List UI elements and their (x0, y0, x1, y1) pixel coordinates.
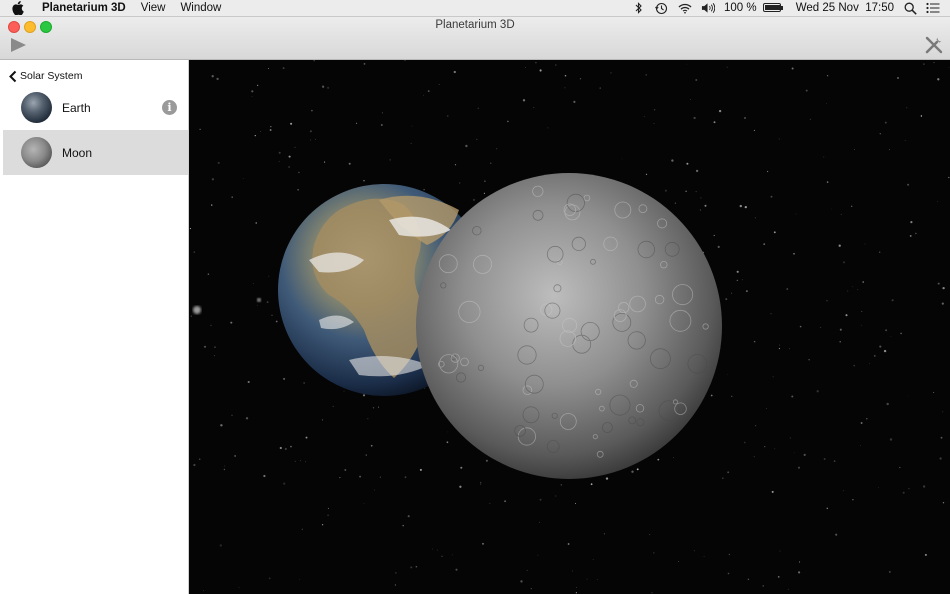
battery-level (764, 5, 780, 11)
back-to-solar-system[interactable]: Solar System (8, 69, 82, 83)
bluetooth-icon[interactable] (632, 2, 646, 15)
battery-icon (762, 3, 783, 13)
sidebar-item-label: Moon (62, 145, 93, 160)
sidebar-item-moon[interactable]: Moon (3, 130, 188, 175)
title-bar[interactable]: Planetarium 3D (0, 17, 950, 60)
sidebar: Solar System Earth i Moon (3, 60, 189, 594)
app-window: Planetarium 3D Solar System Earth i Moon (0, 17, 950, 594)
star-field (189, 60, 950, 594)
moon-globe[interactable] (416, 173, 722, 479)
info-icon[interactable]: i (162, 100, 177, 115)
time-machine-icon[interactable] (655, 2, 669, 15)
app-menu[interactable]: Planetarium 3D (42, 2, 126, 14)
volume-icon[interactable] (701, 2, 715, 15)
moon-thumbnail (21, 137, 52, 168)
window-menu[interactable]: Window (180, 2, 221, 14)
back-label: Solar System (20, 70, 83, 82)
wifi-icon[interactable] (678, 2, 692, 15)
apple-menu-icon[interactable] (12, 1, 30, 15)
tools-icon (925, 36, 943, 54)
chevron-left-icon (9, 70, 17, 82)
sidebar-item-earth[interactable]: Earth i (3, 85, 188, 130)
list-icon[interactable] (926, 2, 940, 15)
battery-status[interactable]: 100 % (723, 2, 783, 14)
earth-thumbnail (21, 92, 52, 123)
menu-bar: Planetarium 3D View Window 100 % Wed 25 … (0, 0, 950, 17)
status-area: 100 % Wed 25 Nov 17:50 (632, 2, 950, 15)
play-icon (11, 38, 26, 52)
tools-button[interactable] (924, 35, 944, 55)
battery-percent: 100 % (723, 2, 757, 14)
clock[interactable]: Wed 25 Nov 17:50 (796, 2, 894, 14)
3d-viewport[interactable] (189, 60, 950, 594)
search-icon[interactable] (903, 2, 917, 15)
window-title: Planetarium 3D (435, 19, 515, 31)
sidebar-item-label: Earth (62, 100, 91, 115)
view-menu[interactable]: View (141, 2, 166, 14)
play-button[interactable] (10, 37, 28, 53)
